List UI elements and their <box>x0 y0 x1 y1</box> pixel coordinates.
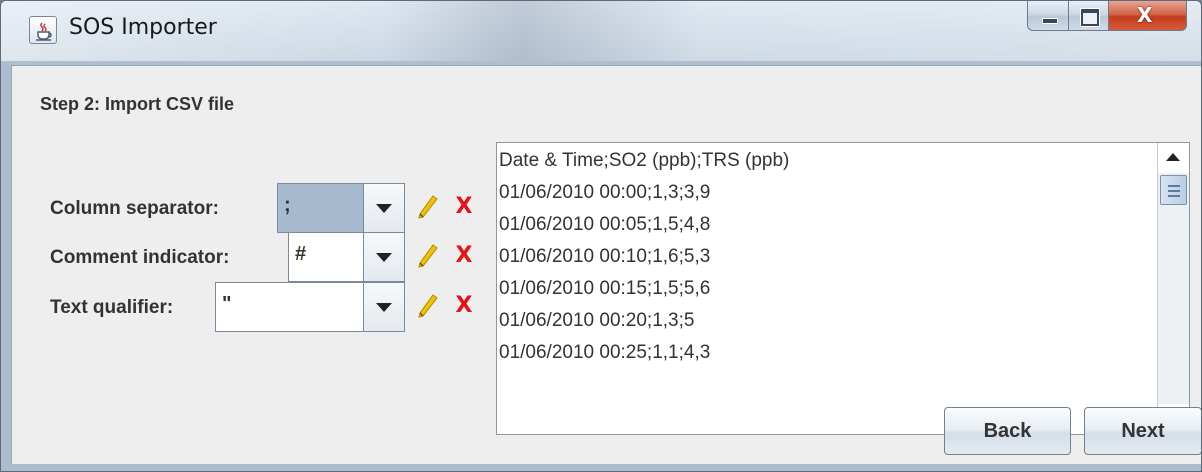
csv-preview-lines: Date & Time;SO2 (ppb);TRS (ppb) 01/06/20… <box>497 147 1157 371</box>
csv-line: Date & Time;SO2 (ppb);TRS (ppb) <box>499 150 790 171</box>
caption-buttons: X <box>1027 1 1187 31</box>
csv-line: 01/06/2010 00:10;1,6;5,3 <box>499 246 711 267</box>
next-button[interactable]: Next <box>1084 407 1201 455</box>
client-area: Step 2: Import CSV file Column separator… <box>11 65 1201 464</box>
step-title: Step 2: Import CSV file <box>40 94 235 114</box>
csv-line: 01/06/2010 00:05;1,5;4,8 <box>499 214 711 235</box>
scroll-thumb[interactable] <box>1160 175 1187 205</box>
text-qualifier-combo[interactable]: " <box>215 282 405 332</box>
java-cup-icon <box>29 16 57 44</box>
csv-preview[interactable]: Date & Time;SO2 (ppb);TRS (ppb) 01/06/20… <box>496 142 1190 435</box>
close-icon: X <box>1137 3 1153 27</box>
csv-line: 01/06/2010 00:25;1,1;4,3 <box>499 342 711 363</box>
csv-line: 01/06/2010 00:15;1,5;5,6 <box>499 278 711 299</box>
x-icon[interactable]: X <box>452 293 476 319</box>
x-icon[interactable]: X <box>452 243 476 269</box>
csv-line: 01/06/2010 00:20;1,3;5 <box>499 310 695 331</box>
maximize-button[interactable] <box>1069 1 1109 31</box>
chevron-down-icon[interactable] <box>364 184 404 232</box>
vertical-scrollbar[interactable] <box>1157 143 1189 434</box>
comment-indicator-label: Comment indicator: <box>50 247 230 268</box>
comment-indicator-value: # <box>289 233 364 281</box>
chevron-down-icon[interactable] <box>364 283 404 331</box>
pencil-icon[interactable] <box>416 243 440 269</box>
window-title: SOS Importer <box>69 15 217 40</box>
close-button[interactable]: X <box>1109 1 1187 31</box>
x-icon[interactable]: X <box>452 194 476 220</box>
text-qualifier-label: Text qualifier: <box>50 297 174 318</box>
column-separator-value: ; <box>278 184 364 232</box>
back-button[interactable]: Back <box>944 407 1071 455</box>
column-separator-combo[interactable]: ; <box>277 183 405 233</box>
title-bar[interactable]: SOS Importer X <box>1 1 1201 61</box>
pencil-icon[interactable] <box>416 293 440 319</box>
chevron-down-icon[interactable] <box>364 233 404 281</box>
scroll-up-icon[interactable] <box>1158 143 1189 173</box>
pencil-icon[interactable] <box>416 194 440 220</box>
minimize-button[interactable] <box>1027 1 1069 31</box>
text-qualifier-value: " <box>216 283 364 331</box>
csv-line: 01/06/2010 00:00;1,3;3,9 <box>499 182 711 203</box>
column-separator-label: Column separator: <box>50 198 219 219</box>
comment-indicator-combo[interactable]: # <box>288 232 405 282</box>
importer-window: SOS Importer X Step 2: Import CSV file C… <box>0 0 1202 472</box>
